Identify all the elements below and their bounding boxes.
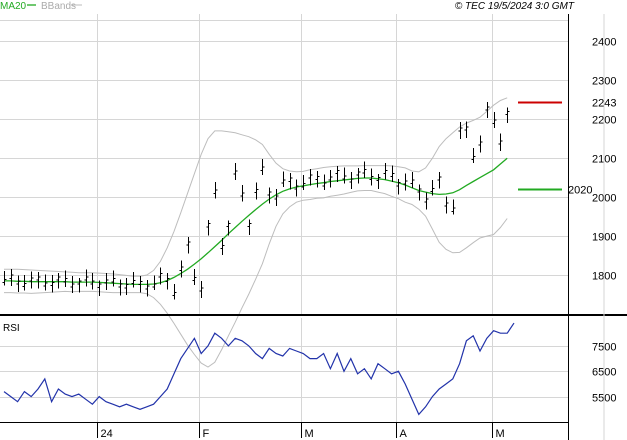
legend: MA20 BBands: [0, 1, 82, 12]
rsi-plot: [3, 322, 515, 416]
legend-ma-label: MA20: [0, 1, 27, 12]
copyright-label: © TEC 19/5/2024 3:0 GMT: [455, 1, 575, 12]
rsi-title: RSI: [3, 323, 20, 334]
price-grid: [0, 14, 568, 314]
rsi-grid: [0, 318, 568, 422]
price-plot: [2, 97, 562, 368]
stock-chart: MA20 BBands © TEC 19/5/2024 3:0 GMT 2400…: [0, 1, 627, 440]
x-tick-label: A: [400, 428, 408, 440]
resistance-label: 2243: [592, 98, 616, 110]
support-label: 2020: [568, 185, 592, 197]
legend-bbands-label: BBands: [41, 1, 76, 12]
x-tick-label: F: [203, 428, 210, 440]
ma20-line: [4, 157, 508, 286]
x-tick-label: M: [305, 428, 314, 440]
x-tick-label: M: [496, 428, 505, 440]
axes: 2400230022002100200019001800750065005500…: [0, 14, 627, 440]
bbands-upper-line: [4, 97, 508, 277]
x-tick-label: 24: [101, 428, 113, 440]
rsi-line: [3, 322, 515, 416]
